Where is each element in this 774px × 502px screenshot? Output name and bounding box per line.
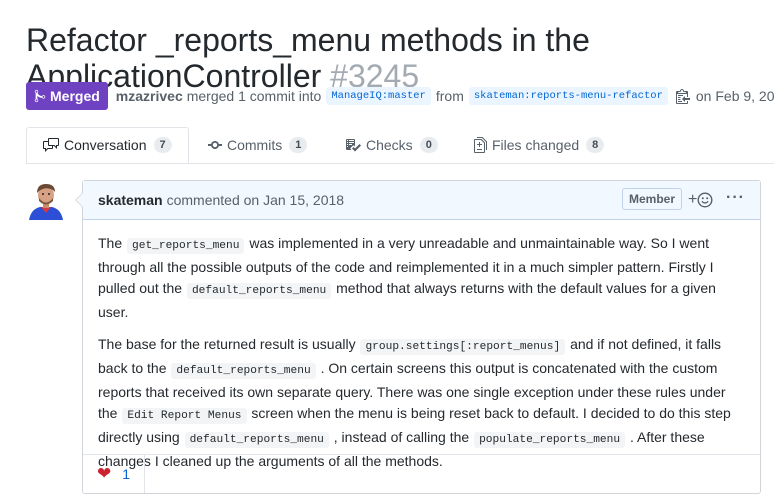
inline-code: default_reports_menu xyxy=(184,432,329,448)
add-reaction-button[interactable]: + xyxy=(688,191,713,209)
git-commit-icon xyxy=(208,141,222,149)
inline-code: group.settings[:report_menus] xyxy=(360,339,566,355)
merge-date: on Feb 9, 2018 xyxy=(695,88,774,104)
text-span: The base for the returned result is usua… xyxy=(98,336,356,352)
inline-code: Edit Report Menus xyxy=(122,408,247,424)
text-span: , instead of calling the xyxy=(333,429,470,445)
comment-discussion-icon xyxy=(43,138,59,152)
inline-code: default_reports_menu xyxy=(171,363,316,379)
merger-link[interactable]: mzazrivec xyxy=(116,88,183,104)
inline-code: get_reports_menu xyxy=(127,238,245,254)
merge-text: merged 1 commit into xyxy=(186,88,322,104)
base-branch[interactable]: ManageIQ:master xyxy=(326,87,431,105)
tab-counter: 1 xyxy=(289,137,308,153)
tab-files-changed[interactable]: Files changed 8 xyxy=(474,127,605,163)
tab-counter: 0 xyxy=(419,137,438,153)
tab-label: Commits xyxy=(227,137,283,153)
tab-label: Files changed xyxy=(492,137,580,153)
smiley-icon xyxy=(697,192,713,208)
member-badge: Member xyxy=(622,188,683,210)
comment-body: The get_reports_menu was implemented in … xyxy=(83,220,760,472)
checklist-icon xyxy=(346,139,361,152)
heart-reaction-button[interactable]: ❤ 1 xyxy=(83,455,145,493)
avatar[interactable] xyxy=(26,180,66,220)
more-options-button[interactable]: ··· xyxy=(726,189,745,207)
tab-label: Checks xyxy=(366,137,413,153)
tab-conversation[interactable]: Conversation 7 xyxy=(26,127,189,163)
pr-tabs: Conversation 7 Commits 1 Checks 0 Files … xyxy=(26,127,774,164)
merged-state-badge: Merged xyxy=(26,82,108,110)
file-diff-icon xyxy=(474,137,487,153)
reactions-bar: ❤ 1 xyxy=(83,454,760,493)
plus-icon: + xyxy=(688,191,698,208)
from-text: from xyxy=(435,88,464,104)
heart-icon: ❤ xyxy=(97,464,112,483)
comment-timestamp[interactable]: commented on Jan 15, 2018 xyxy=(167,192,344,208)
git-merge-icon xyxy=(34,89,46,103)
tab-counter: 7 xyxy=(153,137,172,153)
text-span: The xyxy=(98,235,123,251)
inline-code: default_reports_menu xyxy=(186,283,332,299)
comment-author-link[interactable]: skateman xyxy=(98,192,163,208)
comment-header: skateman commented on Jan 15, 2018 Membe… xyxy=(83,181,760,220)
tab-label: Conversation xyxy=(64,137,147,153)
comment-paragraph: The get_reports_menu was implemented in … xyxy=(98,233,745,323)
reaction-count: 1 xyxy=(122,466,131,482)
comment-box: skateman commented on Jan 15, 2018 Membe… xyxy=(75,180,761,494)
inline-code: populate_reports_menu xyxy=(474,432,626,448)
merged-label: Merged xyxy=(50,88,100,104)
tab-counter: 8 xyxy=(586,137,605,153)
clipboard-copy-icon[interactable] xyxy=(675,88,690,104)
head-branch[interactable]: skateman:reports-menu-refactor xyxy=(468,87,668,105)
tab-commits[interactable]: Commits 1 xyxy=(208,127,308,163)
pr-meta: Merged mzazrivec merged 1 commit into Ma… xyxy=(26,82,774,110)
tab-checks[interactable]: Checks 0 xyxy=(345,127,438,163)
comment-paragraph: The base for the returned result is usua… xyxy=(98,334,745,472)
